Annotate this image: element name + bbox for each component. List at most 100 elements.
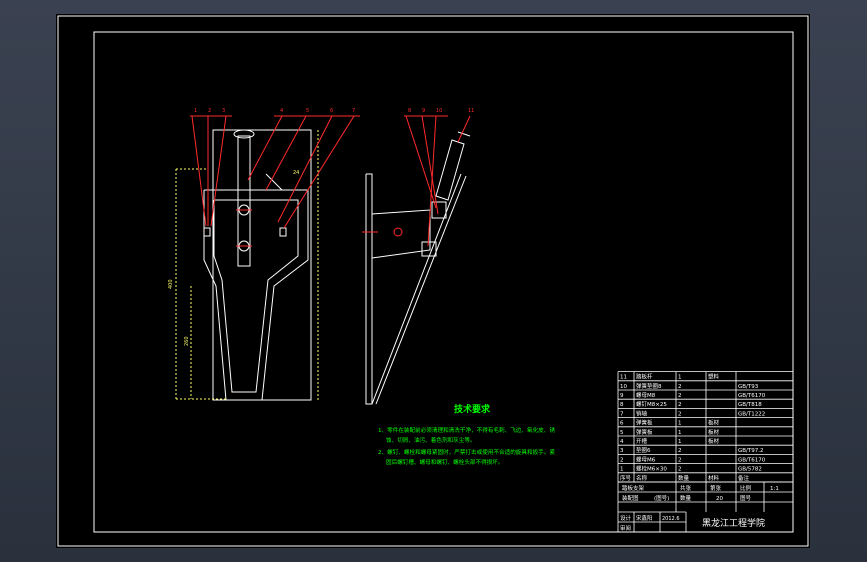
- front-leaders: [190, 115, 360, 229]
- parts-cell-note: GB/T97.2: [738, 448, 764, 454]
- dim-label-400: 400: [168, 279, 174, 289]
- balloon-3: 3: [222, 108, 225, 114]
- balloon-11: 11: [468, 108, 474, 114]
- side-balloons: 8 9 10 11: [408, 108, 474, 114]
- leader-10: [427, 115, 437, 247]
- tb-date: 2012.6: [662, 516, 680, 522]
- tb-designer-label: 设计: [620, 514, 632, 522]
- parts-cell-name: 弹簧垫圈8: [636, 382, 662, 390]
- parts-cell-note: GB/T6170: [738, 457, 766, 463]
- cad-drawing: 400 260 24 1 2 3 4 5 6 7 8 9 10 11 技术要求 …: [57, 15, 809, 547]
- front-balloons: 1 2 3 4 5 6 7: [194, 108, 355, 114]
- parts-cell-qty: 2: [678, 384, 682, 390]
- balloon-6: 6: [330, 108, 333, 114]
- parts-cell-note: GB/5782: [738, 467, 762, 473]
- parts-cell-name: 开槽: [636, 437, 648, 445]
- tb-sheet-label: 第张: [710, 484, 722, 492]
- parts-cell-material: 塑料: [708, 373, 720, 381]
- tb-title-2: 装配图: [622, 494, 639, 502]
- side-leaders: [404, 115, 471, 247]
- drawing-sheet: 400 260 24 1 2 3 4 5 6 7 8 9 10 11 技术要求 …: [56, 14, 810, 548]
- parts-cell-no: 1: [620, 467, 624, 473]
- tb-school: 黑龙江工程学院: [702, 517, 765, 529]
- tb-title-1: 踏板支架: [622, 484, 645, 492]
- tech-req-line-1: 1、零件在装配前必须清理和清洗干净，不得有毛刺、飞边、氧化皮、锈: [378, 426, 555, 434]
- balloon-2: 2: [208, 108, 211, 114]
- balloon-9: 9: [422, 108, 425, 114]
- parts-cell-no: 2: [620, 457, 624, 463]
- rod-knob: [233, 129, 255, 139]
- inner-frame: [93, 31, 794, 533]
- parts-cell-material: 板材: [708, 428, 720, 436]
- parts-cell-no: 10: [620, 384, 627, 390]
- parts-cell-qty: 2: [678, 467, 682, 473]
- parts-cell-name: 垫圈6: [636, 446, 651, 454]
- parts-cell-name: 弹簧板: [636, 428, 653, 436]
- parts-cell-note: GB/T93: [738, 384, 759, 390]
- leader-1: [191, 115, 207, 227]
- parts-cell-name: 销轴: [636, 409, 648, 417]
- side-back-plate: [365, 173, 373, 405]
- parts-cell-qty: 2: [678, 411, 682, 417]
- parts-header-no: 序号: [620, 474, 632, 482]
- parts-cell-no: 4: [620, 439, 624, 445]
- tb-scale-label: 比例: [740, 484, 752, 492]
- parts-list: 11 踏板杆 1 塑料10 弹簧垫圈8 2 GB/T939 螺母M8 2 GB/T61708 螺钉M…: [617, 371, 794, 483]
- spring-line: [265, 173, 283, 191]
- tb-qty-value: 20: [716, 496, 723, 502]
- parts-cell-qty: 2: [678, 402, 682, 408]
- balloon-5: 5: [306, 108, 309, 114]
- parts-cell-name: 螺母M6: [636, 455, 656, 463]
- parts-cell-qty: 2: [678, 448, 682, 454]
- parts-header-material: 材料: [708, 474, 720, 482]
- tb-designer-name: 宋鑫阳: [636, 514, 653, 522]
- tb-drawing-no: (图号): [654, 494, 669, 502]
- parts-cell-no: 5: [620, 430, 624, 436]
- parts-cell-material: 板材: [708, 419, 720, 427]
- parts-cell-name: 螺母M8: [636, 391, 656, 399]
- parts-header-note: 备注: [738, 474, 750, 482]
- leader-11: [457, 115, 471, 143]
- side-view: [362, 131, 471, 405]
- leader-6: [277, 115, 333, 223]
- tb-part-no-label: 图号: [740, 494, 752, 502]
- balloon-10: 10: [436, 108, 442, 114]
- left-bolt: [203, 227, 211, 237]
- parts-cell-note: GB/T818: [738, 402, 762, 408]
- parts-cell-name: 螺钉M8×25: [636, 400, 667, 408]
- parts-cell-qty: 1: [678, 375, 682, 381]
- balloon-1: 1: [194, 108, 197, 114]
- tech-req-title: 技术要求: [454, 403, 491, 415]
- tapered-body-outer: [203, 189, 309, 401]
- tb-qty-label: 数量: [680, 494, 692, 502]
- parts-cell-no: 6: [620, 421, 624, 427]
- parts-cell-material: 板材: [708, 437, 720, 445]
- side-upper-bolt: [431, 201, 447, 219]
- parts-cell-note: GB/T6170: [738, 393, 766, 399]
- right-bolt: [279, 227, 287, 237]
- side-pedal-cap: [457, 131, 471, 137]
- parts-cell-name: 螺栓M6×30: [636, 465, 667, 473]
- side-lever-front: [371, 173, 462, 405]
- parts-cell-name: 弹簧板: [636, 419, 653, 427]
- parts-cell-no: 9: [620, 393, 624, 399]
- side-pivot: [393, 227, 403, 237]
- balloon-7: 7: [352, 108, 355, 114]
- parts-cell-no: 3: [620, 448, 624, 454]
- tb-reviewer-label: 审阅: [620, 524, 631, 532]
- balloon-4: 4: [280, 108, 283, 114]
- parts-cell-no: 8: [620, 402, 624, 408]
- parts-header-name: 名称: [636, 474, 648, 482]
- tapered-body-inner: [213, 199, 299, 393]
- parts-cell-no: 11: [620, 375, 627, 381]
- parts-cell-qty: 2: [678, 457, 682, 463]
- parts-cell-note: GB/T1222: [738, 411, 765, 417]
- parts-cell-qty: 1: [678, 430, 682, 436]
- parts-cell-qty: 1: [678, 439, 682, 445]
- tb-scale-value: 1:1: [770, 486, 779, 492]
- parts-cell-no: 7: [620, 411, 624, 417]
- tech-req-line-3: 2、螺钉、螺栓和螺母紧固时，严禁打击或使用不合适的旋具和扳手。紧: [378, 448, 555, 456]
- title-block-text: 踏板支架 装配图 (图号) 共张 第张 比例 1:1 数量 20 图号 设计 宋…: [620, 484, 779, 532]
- tech-req-line-2: 蚀、切屑、油污、着色剂和灰尘等。: [386, 436, 476, 444]
- tb-weight-label: 共张: [680, 484, 692, 492]
